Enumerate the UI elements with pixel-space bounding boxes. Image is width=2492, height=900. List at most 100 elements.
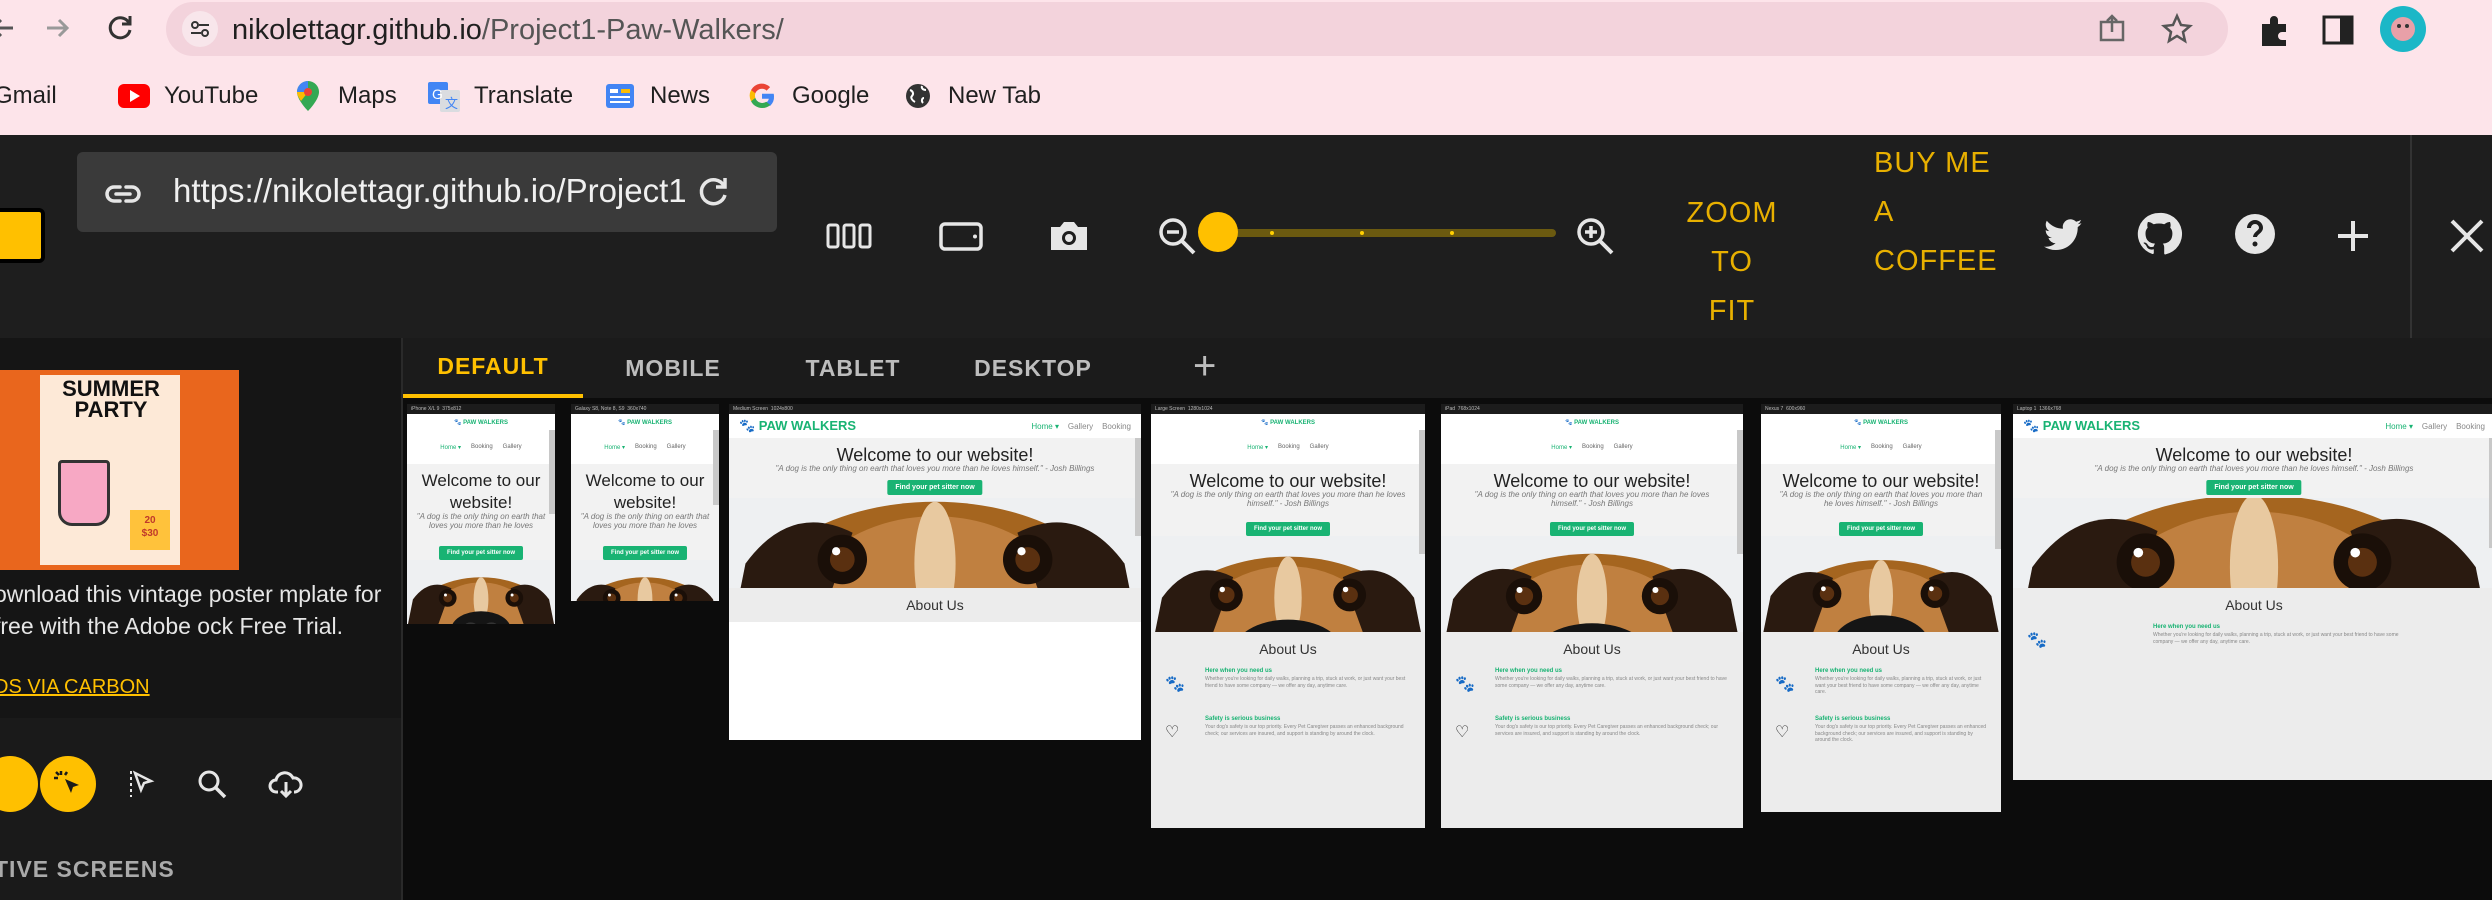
device-frame[interactable]: Nexus 7 600x960 🐾 PAW WALKERS Home ▾ Bookin… (1761, 404, 2001, 812)
site-info-icon[interactable] (182, 11, 218, 47)
tab-default[interactable]: DEFAULT (403, 338, 583, 398)
scrollbar[interactable] (713, 430, 719, 505)
rotate-device-icon[interactable] (936, 211, 986, 261)
nav-home[interactable]: Home ▾ (1031, 422, 1059, 431)
zoom-slider-handle[interactable] (1198, 212, 1238, 252)
device-frame[interactable]: Medium Screen 1024x800 🐾 PAW WALKERS Home … (729, 404, 1141, 740)
nav-booking[interactable]: Booking (2456, 422, 2485, 431)
device-frame[interactable]: Large Screen 1280x1024 🐾 PAW WALKERS Home … (1151, 404, 1425, 828)
device-name: Nexus 7 (1765, 406, 1784, 412)
forward-icon[interactable] (38, 8, 78, 48)
nav-gallery[interactable]: Gallery (1068, 422, 1093, 431)
zoom-out-icon[interactable] (1152, 211, 1202, 261)
device-frame[interactable]: Laptop 1 1366x768 🐾 PAW WALKERS Home ▾ Gal… (2013, 404, 2492, 780)
device-frame[interactable]: iPad 768x1024 🐾 PAW WALKERS Home ▾ Booking G… (1441, 404, 1743, 828)
tab-tablet[interactable]: TABLET (763, 338, 943, 398)
nav-gallery[interactable]: Gallery (2422, 422, 2447, 431)
zoom-in-icon[interactable] (1570, 211, 1620, 261)
inspect-toggle-button[interactable] (0, 756, 38, 812)
site-brand[interactable]: 🐾 PAW WALKERS (454, 419, 508, 426)
bookmark-star-icon[interactable] (2160, 12, 2194, 46)
find-pet-sitter-button[interactable]: Find your pet sitter now (1549, 522, 1635, 536)
scrollbar[interactable] (549, 430, 555, 514)
profile-avatar[interactable] (2380, 6, 2426, 52)
nav-gallery[interactable]: Gallery (1903, 444, 1922, 451)
ad-text[interactable]: ownload this vintage poster mplate for f… (0, 578, 394, 642)
reload-icon[interactable] (100, 8, 140, 48)
ad-poster-image[interactable]: SUMMER PARTY 20 $30 (0, 370, 239, 570)
scrollbar[interactable] (1419, 430, 1425, 555)
tab-desktop[interactable]: DESKTOP (943, 338, 1123, 398)
bookmark-gmail[interactable]: Gmail (0, 74, 57, 118)
bookmark-translate[interactable]: G文 Translate (428, 74, 573, 118)
site-brand[interactable]: 🐾 PAW WALKERS (618, 419, 672, 426)
about-us-heading: About Us (2013, 588, 2492, 622)
zoom-slider[interactable] (1198, 212, 1556, 252)
site-brand[interactable]: 🐾 PAW WALKERS (1261, 419, 1315, 426)
bookmark-maps[interactable]: Maps (292, 74, 397, 118)
download-button[interactable] (258, 756, 314, 812)
columns-layout-icon[interactable] (824, 211, 874, 261)
site-brand[interactable]: 🐾 PAW WALKERS (739, 418, 856, 434)
extensions-icon[interactable] (2254, 10, 2294, 50)
search-button[interactable] (184, 756, 240, 812)
site-brand[interactable]: 🐾 PAW WALKERS (2023, 418, 2140, 434)
bookmark-news[interactable]: News (604, 74, 710, 118)
zoom-to-fit-button[interactable]: ZOOM TO FIT (1662, 189, 1802, 336)
click-sync-button[interactable] (40, 756, 96, 812)
preview-url-text[interactable]: https://nikolettagr.github.io/Project1 (173, 172, 687, 210)
nav-gallery[interactable]: Gallery (1614, 444, 1633, 451)
nav-home[interactable]: Home ▾ (1247, 444, 1268, 451)
tab-mobile[interactable]: MOBILE (583, 338, 763, 398)
site-brand[interactable]: 🐾 PAW WALKERS (1854, 419, 1908, 426)
close-icon[interactable] (2442, 211, 2492, 261)
help-icon[interactable] (2230, 209, 2280, 259)
nav-home[interactable]: Home ▾ (440, 444, 461, 451)
nav-booking[interactable]: Booking (1278, 444, 1300, 451)
scrollbar[interactable] (1995, 430, 2001, 550)
bookmark-new-tab[interactable]: New Tab (902, 74, 1041, 118)
scrollbar[interactable] (1135, 438, 1141, 536)
nav-home[interactable]: Home ▾ (604, 444, 625, 451)
github-icon[interactable] (2134, 209, 2184, 259)
nav-booking[interactable]: Booking (635, 444, 657, 451)
device-frame[interactable]: iPhone X/L 9 375x812 🐾 PAW WALKERS Home ▾ B… (407, 404, 555, 624)
nav-gallery[interactable]: Gallery (1310, 444, 1329, 451)
nav-booking[interactable]: Booking (1102, 422, 1131, 431)
find-pet-sitter-button[interactable]: Find your pet sitter now (2206, 480, 2302, 495)
ads-via-carbon-link[interactable]: DS VIA CARBON (0, 676, 150, 699)
scrollbar[interactable] (1737, 430, 1743, 555)
site-brand[interactable]: 🐾 PAW WALKERS (1565, 419, 1619, 426)
nav-gallery[interactable]: Gallery (503, 444, 522, 451)
carbon-ad[interactable]: SUMMER PARTY 20 $30 ownload this vintage … (0, 338, 401, 718)
find-pet-sitter-button[interactable]: Find your pet sitter now (1838, 522, 1924, 536)
nav-home[interactable]: Home ▾ (2385, 422, 2413, 431)
refresh-icon[interactable] (691, 170, 735, 214)
find-pet-sitter-button[interactable]: Find your pet sitter now (1245, 522, 1331, 536)
device-frame[interactable]: Galaxy S8, Note 8, S9 360x740 🐾 PAW WALKE… (571, 404, 719, 601)
find-pet-sitter-button[interactable]: Find your pet sitter now (602, 546, 688, 560)
nav-booking[interactable]: Booking (471, 444, 493, 451)
side-panel-icon[interactable] (2318, 10, 2358, 50)
find-pet-sitter-button[interactable]: Find your pet sitter now (438, 546, 524, 560)
bookmark-youtube[interactable]: YouTube (118, 74, 258, 118)
site-preview: 🐾 PAW WALKERS Home ▾ Booking Gallery Welcome… (1761, 414, 2001, 812)
add-tab-button[interactable]: + (1193, 346, 1216, 386)
preview-url-field[interactable]: https://nikolettagr.github.io/Project1 (77, 152, 777, 232)
address-bar[interactable]: nikolettagr.github.io/Project1-Paw-Walke… (166, 2, 2228, 56)
buy-me-a-coffee-link[interactable]: BUY ME A COFFEE (1874, 139, 1998, 286)
share-icon[interactable] (2096, 12, 2130, 46)
back-icon[interactable] (0, 8, 22, 48)
nav-booking[interactable]: Booking (1871, 444, 1893, 451)
screenshot-camera-icon[interactable] (1044, 211, 1094, 261)
pointer-sync-button[interactable] (114, 756, 170, 812)
address-url[interactable]: nikolettagr.github.io/Project1-Paw-Walke… (232, 14, 784, 47)
nav-gallery[interactable]: Gallery (667, 444, 686, 451)
nav-booking[interactable]: Booking (1582, 444, 1604, 451)
nav-home[interactable]: Home ▾ (1551, 444, 1572, 451)
add-icon[interactable] (2328, 211, 2378, 261)
nav-home[interactable]: Home ▾ (1840, 444, 1861, 451)
twitter-icon[interactable] (2038, 211, 2088, 261)
bookmark-google[interactable]: Google (746, 74, 869, 118)
find-pet-sitter-button[interactable]: Find your pet sitter now (887, 480, 983, 495)
